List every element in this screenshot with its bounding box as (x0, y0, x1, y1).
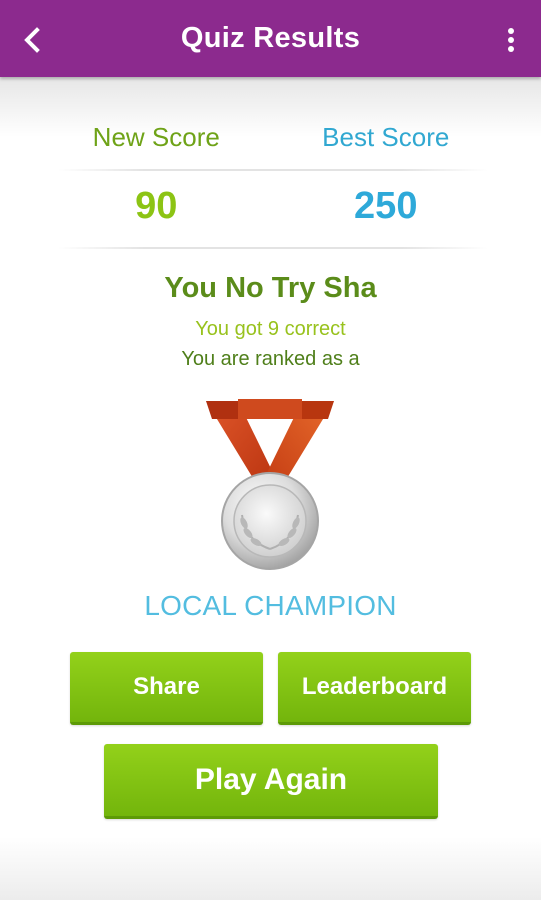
app-bar: Quiz Results (0, 0, 541, 77)
leaderboard-button[interactable]: Leaderboard (278, 652, 471, 725)
divider-bottom (58, 247, 488, 249)
silver-medal-icon (206, 399, 334, 570)
chevron-left-icon (24, 27, 40, 53)
more-vertical-icon (508, 28, 514, 52)
back-button[interactable] (14, 22, 50, 58)
divider-top (58, 169, 488, 171)
play-again-button[interactable]: Play Again (104, 744, 438, 819)
ranked-as-text: You are ranked as a (181, 348, 360, 370)
page-title: Quiz Results (180, 22, 361, 54)
new-score-value: 90 (135, 185, 178, 227)
new-score-label: New Score (92, 122, 220, 152)
results-content: New Score Best Score 90 250 You No Try S… (0, 77, 541, 900)
rank-title: LOCAL CHAMPION (144, 590, 397, 621)
overflow-menu-button[interactable] (499, 22, 523, 58)
best-score-label: Best Score (322, 122, 450, 152)
score-values-row: 90 250 (0, 185, 541, 237)
share-button[interactable]: Share (70, 652, 263, 725)
correct-count-text: You got 9 correct (195, 318, 346, 340)
score-labels-row: New Score Best Score (0, 122, 541, 162)
best-score-value: 250 (354, 185, 418, 227)
result-headline: You No Try Sha (164, 272, 377, 304)
